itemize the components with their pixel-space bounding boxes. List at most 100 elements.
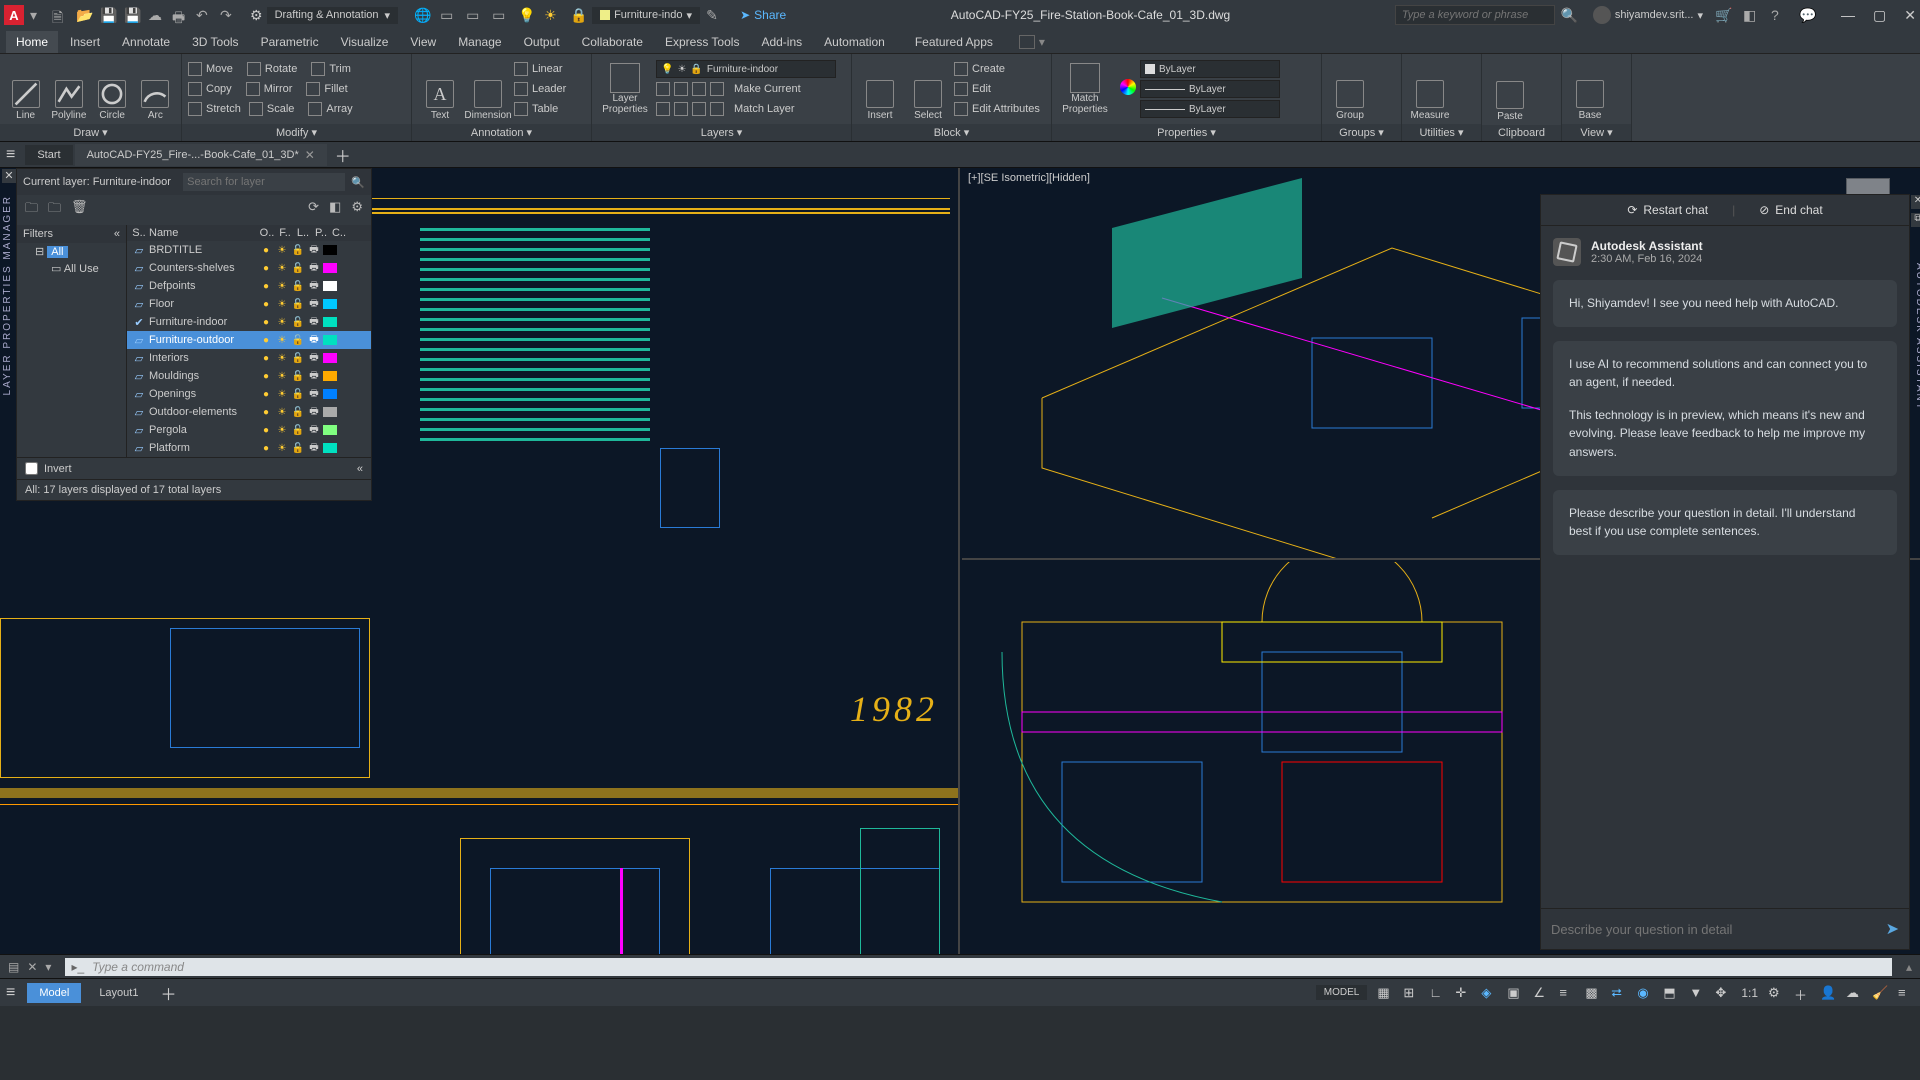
- gizmo-icon[interactable]: ✥: [1715, 985, 1731, 1001]
- panel-groups-title[interactable]: Groups ▾: [1322, 124, 1401, 141]
- iso-icon[interactable]: ◈: [1481, 985, 1497, 1001]
- otrack-icon[interactable]: ∠: [1533, 985, 1549, 1001]
- measure-button[interactable]: Measure: [1408, 57, 1452, 121]
- undo-icon[interactable]: ↶: [196, 7, 212, 23]
- new-layer-icon[interactable]: 🗀: [25, 199, 38, 221]
- layer-row[interactable]: ✔Furniture-indoor●☀🔓🖶: [127, 313, 371, 331]
- refresh-icon[interactable]: ⟳: [308, 199, 319, 221]
- leader-button[interactable]: Leader: [532, 83, 566, 95]
- stretch-button[interactable]: Stretch: [206, 103, 241, 115]
- close-window-icon[interactable]: ✕: [1904, 7, 1916, 24]
- layer-edit-icon[interactable]: ✎: [706, 7, 722, 23]
- search-icon[interactable]: 🔍: [351, 176, 365, 189]
- layer-row[interactable]: ▱Pergola●☀🔓🖶: [127, 421, 371, 439]
- drawing-area[interactable]: 1982 [+][SE Isometric][Hidden] WCS: [0, 168, 1920, 954]
- selection-filter-icon[interactable]: ▼: [1689, 985, 1705, 1001]
- table-button[interactable]: Table: [532, 103, 558, 115]
- move-button[interactable]: Move: [206, 63, 233, 75]
- layer-row[interactable]: ▱Floor●☀🔓🖶: [127, 295, 371, 313]
- close-icon[interactable]: ✕: [305, 148, 315, 162]
- panel-view-title[interactable]: View ▾: [1562, 124, 1631, 141]
- filter-all-used[interactable]: ▭ All Use: [17, 260, 126, 277]
- line-button[interactable]: Line: [6, 57, 45, 121]
- osnap-icon[interactable]: ▣: [1507, 985, 1523, 1001]
- panel-draw-title[interactable]: Draw ▾: [0, 124, 181, 141]
- match-properties-button[interactable]: Match Properties: [1058, 63, 1112, 115]
- redo-icon[interactable]: ↷: [220, 7, 236, 23]
- paste-button[interactable]: Paste: [1488, 58, 1532, 122]
- sheet-icon[interactable]: ▭: [440, 7, 456, 23]
- polar-icon[interactable]: ✛: [1455, 985, 1471, 1001]
- linetype-combo[interactable]: ByLayer: [1140, 100, 1280, 118]
- text-button[interactable]: AText: [418, 57, 462, 121]
- copy-button[interactable]: Copy: [206, 83, 232, 95]
- linear-button[interactable]: Linear: [532, 63, 563, 75]
- cycling-icon[interactable]: ⮂: [1611, 985, 1627, 1001]
- tab-collaborate[interactable]: Collaborate: [572, 31, 653, 53]
- anno-scale[interactable]: 1:1: [1741, 986, 1758, 1000]
- palette-close-icon[interactable]: ✕: [2, 169, 16, 183]
- bulb-icon[interactable]: 💡: [518, 7, 534, 23]
- cmd-recent-icon[interactable]: ▾: [45, 960, 51, 974]
- tab-insert[interactable]: Insert: [60, 31, 110, 53]
- help-icon[interactable]: ?: [1771, 7, 1787, 23]
- restart-chat-button[interactable]: ⟳Restart chat: [1627, 203, 1708, 217]
- layer-properties-manager[interactable]: ✕ LAYER PROPERTIES MANAGER Current layer…: [16, 168, 372, 501]
- new-tab-icon[interactable]: ＋: [335, 143, 351, 167]
- layer-row[interactable]: ▱Openings●☀🔓🖶: [127, 385, 371, 403]
- grid-icon[interactable]: ▦: [1377, 985, 1393, 1001]
- tab-output[interactable]: Output: [514, 31, 570, 53]
- new-layer2-icon[interactable]: 🗀: [48, 199, 61, 221]
- chat-close-icon[interactable]: ✕: [1911, 195, 1920, 209]
- layer-row[interactable]: ▱Defpoints●☀🔓🖶: [127, 277, 371, 295]
- dynamic-ucs-icon[interactable]: ⬒: [1663, 985, 1679, 1001]
- tab-drawing[interactable]: AutoCAD-FY25_Fire-...-Book-Cafe_01_3D*✕: [75, 144, 327, 166]
- tab-featured[interactable]: Featured Apps: [905, 31, 1003, 53]
- lineweight-toggle-icon[interactable]: ≡: [1559, 985, 1575, 1001]
- layer-row[interactable]: ▱Platform●☀🔓🖶: [127, 439, 371, 457]
- tab-addins[interactable]: Add-ins: [751, 31, 812, 53]
- fillet-button[interactable]: Fillet: [324, 83, 347, 95]
- block-insert-button[interactable]: Insert: [858, 57, 902, 121]
- tab-3dtools[interactable]: 3D Tools: [182, 31, 248, 53]
- workspace-switcher[interactable]: ⚙ Drafting & Annotation▾: [250, 7, 398, 24]
- lock-icon[interactable]: 🔒: [570, 7, 586, 23]
- layout-menu-icon[interactable]: ≡: [6, 984, 15, 1002]
- cloud-icon[interactable]: ☁: [1846, 985, 1862, 1001]
- tab-layout1[interactable]: Layout1: [87, 983, 150, 1003]
- add-layout-icon[interactable]: ＋: [160, 981, 176, 1005]
- circle-button[interactable]: Circle: [93, 57, 132, 121]
- person-icon[interactable]: 👤: [1820, 985, 1836, 1001]
- layer-search-input[interactable]: [183, 173, 345, 191]
- titlebar-layer-combo[interactable]: Furniture-indo▾: [592, 7, 700, 24]
- trim-button[interactable]: Trim: [329, 63, 351, 75]
- layer-row[interactable]: ▱Outdoor-elements●☀🔓🖶: [127, 403, 371, 421]
- tab-start[interactable]: Start: [25, 145, 72, 165]
- new-icon[interactable]: 🗎: [52, 7, 68, 23]
- transparency-icon[interactable]: ▩: [1585, 985, 1601, 1001]
- tab-parametric[interactable]: Parametric: [251, 31, 329, 53]
- dimension-button[interactable]: Dimension: [466, 57, 510, 121]
- layer-row[interactable]: ▱Mouldings●☀🔓🖶: [127, 367, 371, 385]
- model-indicator[interactable]: MODEL: [1316, 985, 1368, 1000]
- filter-all[interactable]: ⊟ All: [17, 243, 126, 260]
- panel-block-title[interactable]: Block ▾: [852, 124, 1051, 141]
- tab-annotate[interactable]: Annotate: [112, 31, 180, 53]
- color-combo[interactable]: ByLayer: [1140, 60, 1280, 78]
- block-select-button[interactable]: Select: [906, 57, 950, 121]
- sheet2-icon[interactable]: ▭: [466, 7, 482, 23]
- group-button[interactable]: Group: [1328, 57, 1372, 121]
- panel-layers-title[interactable]: Layers ▾: [592, 124, 851, 141]
- saveas-icon[interactable]: 💾: [124, 7, 140, 23]
- arc-button[interactable]: Arc: [136, 57, 175, 121]
- mirror-button[interactable]: Mirror: [264, 83, 293, 95]
- settings-icon[interactable]: ⚙: [351, 199, 363, 221]
- array-button[interactable]: Array: [326, 103, 352, 115]
- sun-icon[interactable]: ☀: [544, 7, 560, 23]
- cmd-close-icon[interactable]: ✕: [27, 960, 37, 974]
- match-layer-button[interactable]: Match Layer: [734, 103, 795, 115]
- user-menu[interactable]: shiyamdev.srit...▾: [1593, 6, 1703, 24]
- panel-annotation-title[interactable]: Annotation ▾: [412, 124, 591, 141]
- polyline-button[interactable]: Polyline: [49, 57, 88, 121]
- ribbon-collapse-icon[interactable]: [1019, 35, 1035, 49]
